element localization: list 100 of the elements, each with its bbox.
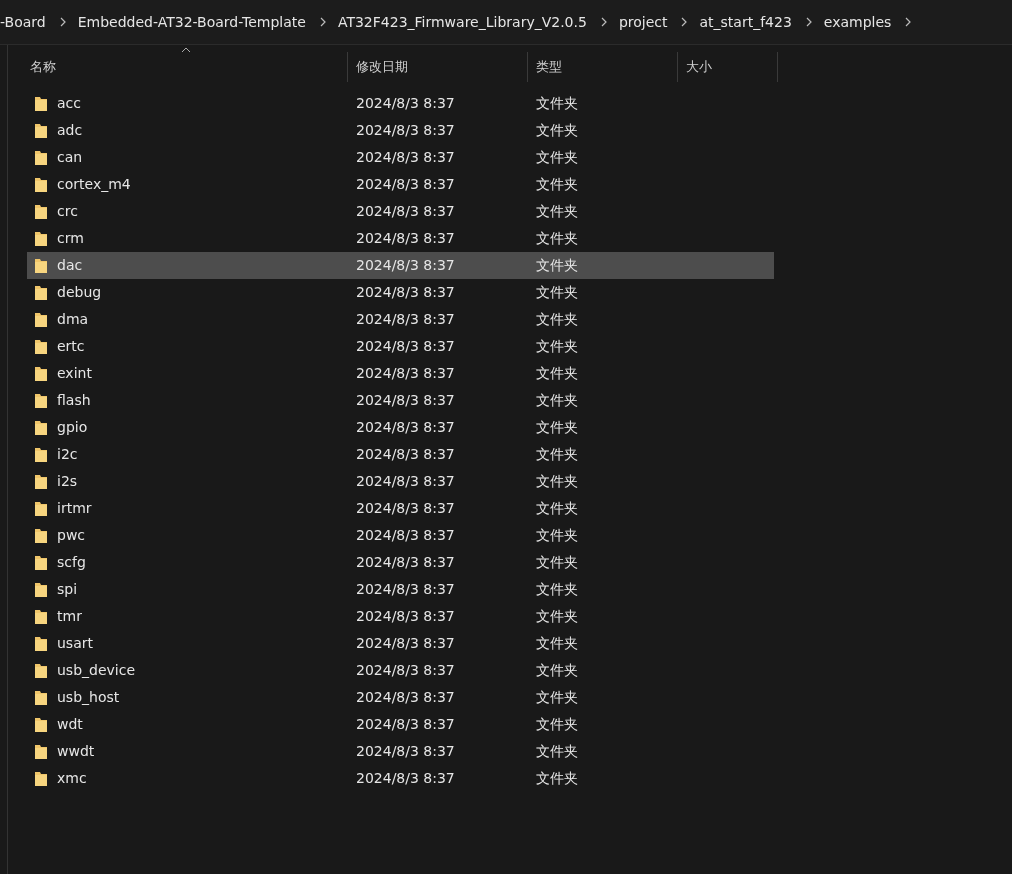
file-row[interactable]: pwc 2024/8/3 8:37 文件夹 — [27, 522, 774, 549]
file-row[interactable]: cortex_m4 2024/8/3 8:37 文件夹 — [27, 171, 774, 198]
file-row[interactable]: exint 2024/8/3 8:37 文件夹 — [27, 360, 774, 387]
file-type: 文件夹 — [535, 634, 579, 653]
chevron-right-icon — [600, 17, 607, 27]
breadcrumb-item[interactable]: project — [618, 11, 668, 33]
file-type: 文件夹 — [535, 445, 579, 464]
modified-date: 2024/8/3 8:37 — [355, 256, 456, 275]
modified-date: 2024/8/3 8:37 — [355, 94, 456, 113]
modified-date: 2024/8/3 8:37 — [355, 418, 456, 437]
file-row[interactable]: acc 2024/8/3 8:37 文件夹 — [27, 90, 774, 117]
file-row[interactable]: usb_host 2024/8/3 8:37 文件夹 — [27, 684, 774, 711]
file-row[interactable]: crm 2024/8/3 8:37 文件夹 — [27, 225, 774, 252]
folder-icon — [34, 662, 48, 679]
modified-date: 2024/8/3 8:37 — [355, 364, 456, 383]
file-name: i2c — [57, 445, 78, 464]
folder-icon — [34, 770, 48, 787]
file-name: dma — [57, 310, 89, 329]
file-type: 文件夹 — [535, 364, 579, 383]
file-type: 文件夹 — [535, 148, 579, 167]
column-header[interactable]: 名称 — [8, 52, 348, 82]
chevron-right-icon — [319, 17, 326, 27]
file-type: 文件夹 — [535, 553, 579, 572]
file-type: 文件夹 — [535, 688, 579, 707]
file-type: 文件夹 — [535, 256, 579, 275]
modified-date: 2024/8/3 8:37 — [355, 634, 456, 653]
file-type: 文件夹 — [535, 202, 579, 221]
file-name: cortex_m4 — [57, 175, 131, 194]
chevron-right-icon — [681, 17, 688, 27]
chevron-right-icon — [805, 17, 812, 27]
file-row[interactable]: flash 2024/8/3 8:37 文件夹 — [27, 387, 774, 414]
file-type: 文件夹 — [535, 94, 579, 113]
file-row[interactable]: wwdt 2024/8/3 8:37 文件夹 — [27, 738, 774, 765]
breadcrumb-item[interactable]: at_start_f423 — [699, 11, 792, 33]
file-name: can — [57, 148, 83, 167]
folder-icon — [34, 554, 48, 571]
column-header[interactable]: 修改日期 — [348, 52, 528, 82]
file-row[interactable]: dac 2024/8/3 8:37 文件夹 — [27, 252, 774, 279]
file-type: 文件夹 — [535, 661, 579, 680]
folder-icon — [34, 284, 48, 301]
folder-icon — [34, 95, 48, 112]
file-row[interactable]: usb_device 2024/8/3 8:37 文件夹 — [27, 657, 774, 684]
file-name: usb_host — [57, 688, 120, 707]
file-type: 文件夹 — [535, 283, 579, 302]
file-type: 文件夹 — [535, 418, 579, 437]
file-row[interactable]: debug 2024/8/3 8:37 文件夹 — [27, 279, 774, 306]
file-type: 文件夹 — [535, 229, 579, 248]
file-name: exint — [57, 364, 92, 383]
modified-date: 2024/8/3 8:37 — [355, 499, 456, 518]
file-row[interactable]: adc 2024/8/3 8:37 文件夹 — [27, 117, 774, 144]
file-row[interactable]: crc 2024/8/3 8:37 文件夹 — [27, 198, 774, 225]
file-name: tmr — [57, 607, 82, 626]
file-row[interactable]: xmc 2024/8/3 8:37 文件夹 — [27, 765, 774, 792]
file-type: 文件夹 — [535, 715, 579, 734]
folder-icon — [34, 608, 48, 625]
file-row[interactable]: spi 2024/8/3 8:37 文件夹 — [27, 576, 774, 603]
folder-icon — [34, 365, 48, 382]
file-row[interactable]: wdt 2024/8/3 8:37 文件夹 — [27, 711, 774, 738]
file-type: 文件夹 — [535, 769, 579, 788]
file-type: 文件夹 — [535, 175, 579, 194]
modified-date: 2024/8/3 8:37 — [355, 688, 456, 707]
file-type: 文件夹 — [535, 337, 579, 356]
modified-date: 2024/8/3 8:37 — [355, 526, 456, 545]
modified-date: 2024/8/3 8:37 — [355, 202, 456, 221]
breadcrumb-item[interactable]: examples — [823, 11, 892, 33]
file-name: debug — [57, 283, 102, 302]
modified-date: 2024/8/3 8:37 — [355, 310, 456, 329]
folder-icon — [34, 149, 48, 166]
folder-icon — [34, 122, 48, 139]
breadcrumb-item[interactable]: Embedded-AT32-Board-Template — [77, 11, 306, 33]
file-type: 文件夹 — [535, 580, 579, 599]
file-row[interactable]: ertc 2024/8/3 8:37 文件夹 — [27, 333, 774, 360]
folder-icon — [34, 581, 48, 598]
column-header[interactable]: 类型 — [528, 52, 678, 82]
folder-icon — [34, 716, 48, 733]
file-row[interactable]: can 2024/8/3 8:37 文件夹 — [27, 144, 774, 171]
file-name: scfg — [57, 553, 86, 572]
modified-date: 2024/8/3 8:37 — [355, 661, 456, 680]
file-type: 文件夹 — [535, 391, 579, 410]
file-row[interactable]: dma 2024/8/3 8:37 文件夹 — [27, 306, 774, 333]
file-row[interactable]: tmr 2024/8/3 8:37 文件夹 — [27, 603, 774, 630]
folder-icon — [34, 203, 48, 220]
modified-date: 2024/8/3 8:37 — [355, 121, 456, 140]
column-header[interactable]: 大小 — [678, 52, 778, 82]
folder-icon — [34, 176, 48, 193]
file-row[interactable]: scfg 2024/8/3 8:37 文件夹 — [27, 549, 774, 576]
file-row[interactable]: usart 2024/8/3 8:37 文件夹 — [27, 630, 774, 657]
breadcrumb-item[interactable]: AT32F423_Firmware_Library_V2.0.5 — [337, 11, 587, 33]
file-row[interactable]: irtmr 2024/8/3 8:37 文件夹 — [27, 495, 774, 522]
modified-date: 2024/8/3 8:37 — [355, 715, 456, 734]
modified-date: 2024/8/3 8:37 — [355, 742, 456, 761]
file-name: dac — [57, 256, 83, 275]
folder-icon — [34, 419, 48, 436]
file-name: crm — [57, 229, 84, 248]
modified-date: 2024/8/3 8:37 — [355, 607, 456, 626]
file-type: 文件夹 — [535, 472, 579, 491]
file-row[interactable]: gpio 2024/8/3 8:37 文件夹 — [27, 414, 774, 441]
file-row[interactable]: i2s 2024/8/3 8:37 文件夹 — [27, 468, 774, 495]
breadcrumb-item[interactable]: -Board — [0, 11, 46, 33]
file-row[interactable]: i2c 2024/8/3 8:37 文件夹 — [27, 441, 774, 468]
